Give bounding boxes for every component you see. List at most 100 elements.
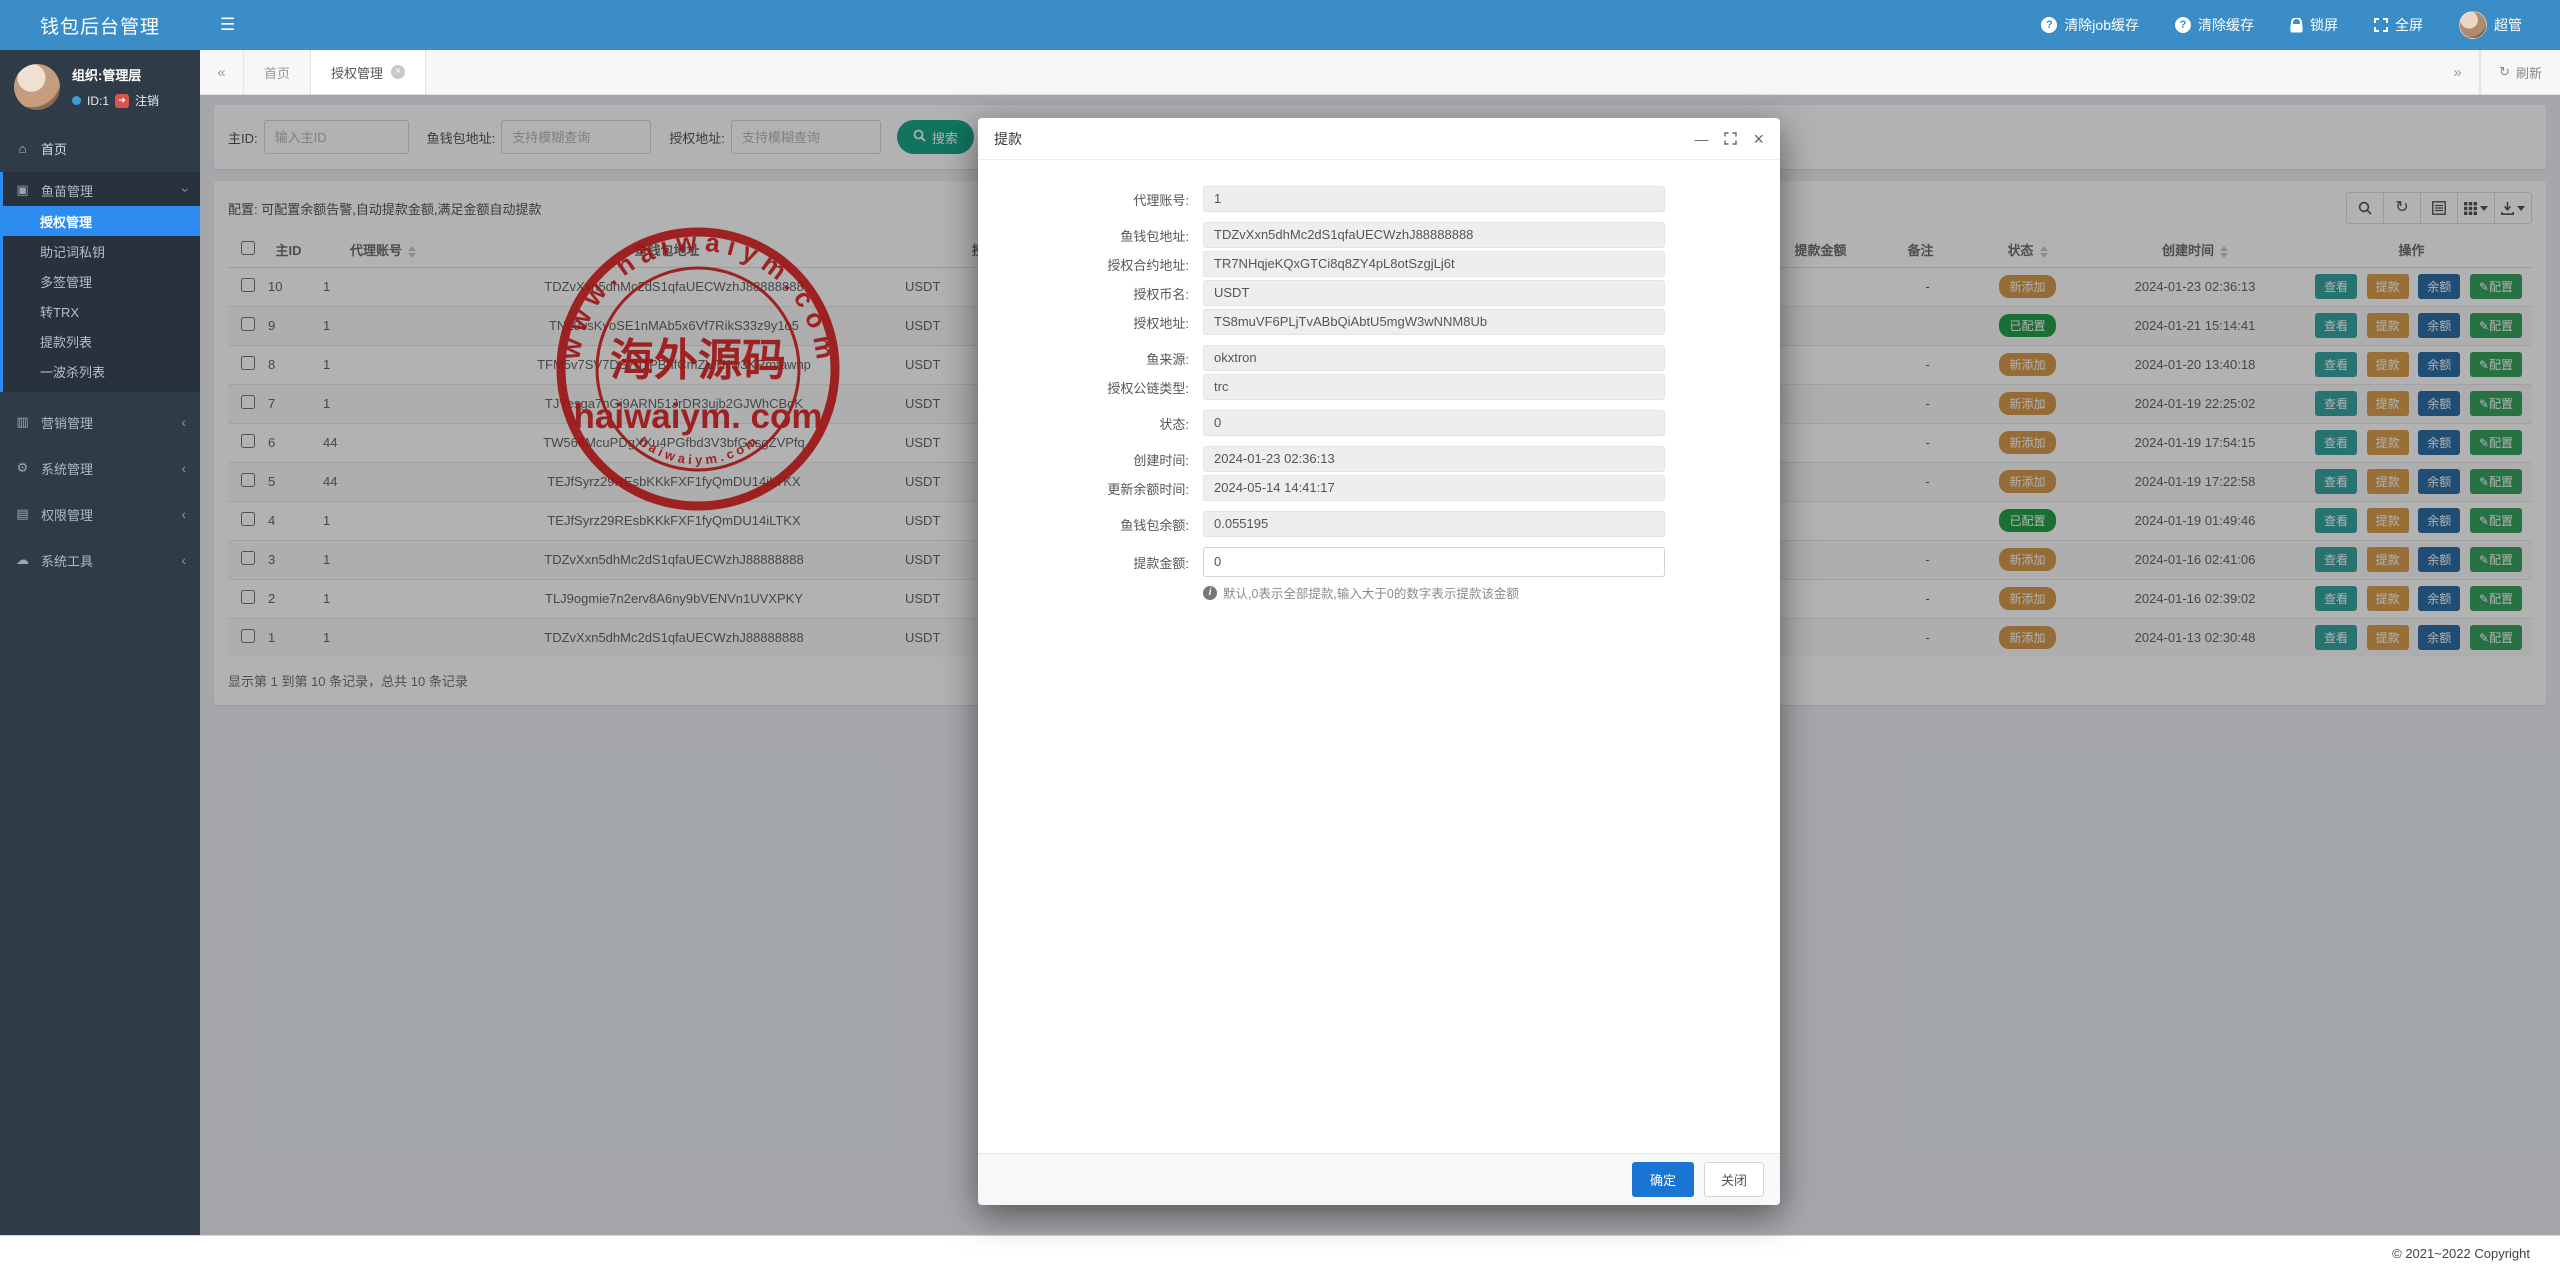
- username: 超管: [2494, 15, 2522, 35]
- minimize-icon[interactable]: —: [1694, 132, 1708, 146]
- sidebar-subitem[interactable]: 助记词私钥: [3, 236, 200, 266]
- field-label: 鱼钱包地址:: [978, 226, 1203, 245]
- modal-title: 提款: [994, 129, 1022, 149]
- confirm-button[interactable]: 确定: [1632, 1162, 1694, 1197]
- field-label: 授权地址:: [978, 313, 1203, 332]
- withdraw-hint: i 默认,0表示全部提款,输入大于0的数字表示提款该金额: [1203, 583, 1780, 602]
- online-dot-icon: [72, 96, 81, 105]
- user-org: 组织:管理层: [72, 65, 159, 84]
- cloud-icon: ☁: [14, 552, 31, 568]
- logout-icon: ➜: [115, 94, 129, 108]
- modal-body: 代理账号: 1 鱼钱包地址: TDZvXxn5dhMc2dS1qfaUECWzh…: [978, 160, 1780, 1153]
- field-value[interactable]: 0: [1203, 547, 1665, 577]
- form-row: 鱼钱包地址: TDZvXxn5dhMc2dS1qfaUECWzhJ8888888…: [978, 222, 1780, 248]
- form-row: 更新余额时间: 2024-05-14 14:41:17: [978, 475, 1780, 501]
- chevron-left-icon: ‹: [181, 460, 186, 476]
- money-bill-icon: ▣: [14, 182, 31, 198]
- sidebar: 组织:管理层 ID:1 ➜ 注销 ⌂ 首页 ▣ 鱼苗管理 ‹: [0, 50, 200, 1235]
- maximize-icon[interactable]: [1724, 132, 1737, 145]
- tab-authorization[interactable]: 授权管理 ×: [311, 50, 426, 94]
- sidebar-item-label: 助记词私钥: [40, 242, 105, 261]
- sidebar-subitem[interactable]: 授权管理: [3, 206, 200, 236]
- clear-cache-label: 清除缓存: [2198, 15, 2254, 35]
- lock-screen-button[interactable]: 锁屏: [2290, 15, 2338, 35]
- sidebar-section-item[interactable]: ▥ 营销管理 ‹: [0, 406, 200, 438]
- modal-form: 代理账号: 1 鱼钱包地址: TDZvXxn5dhMc2dS1qfaUECWzh…: [978, 186, 1780, 577]
- user-id: ID:1: [87, 94, 109, 108]
- hamburger-icon[interactable]: ☰: [220, 15, 235, 35]
- fullscreen-button[interactable]: 全屏: [2374, 15, 2423, 35]
- sidebar-section-item[interactable]: ☁ 系统工具 ‹: [0, 544, 200, 576]
- sidebar-item-label: 一波杀列表: [40, 362, 105, 381]
- tab-label: 首页: [264, 63, 290, 82]
- field-label: 代理账号:: [978, 190, 1203, 209]
- field-value: TDZvXxn5dhMc2dS1qfaUECWzhJ88888888: [1203, 222, 1665, 248]
- tab-home[interactable]: 首页: [244, 50, 311, 94]
- clear-job-cache-label: 清除job缓存: [2064, 15, 2139, 35]
- field-value: TS8muVF6PLjTvABbQiAbtU5mgW3wNNM8Ub: [1203, 309, 1665, 335]
- form-row: 状态: 0: [978, 410, 1780, 436]
- tabs-scroll-right-icon[interactable]: »: [2436, 50, 2480, 94]
- sidebar-sections: ▥ 营销管理 ‹ ⚙ 系统管理 ‹ ▤ 权限管理 ‹ ☁: [0, 406, 200, 576]
- field-value: 0: [1203, 410, 1665, 436]
- question-circle-icon: ?: [2041, 17, 2057, 33]
- sidebar-item-home[interactable]: ⌂ 首页: [0, 132, 200, 164]
- clear-job-cache-button[interactable]: ? 清除job缓存: [2041, 15, 2139, 35]
- sidebar-item-label: 多签管理: [40, 272, 92, 291]
- fullscreen-icon: [2374, 18, 2388, 32]
- chevron-left-icon: ‹: [181, 506, 186, 522]
- sidebar-menu: ⌂ 首页 ▣ 鱼苗管理 ‹ 授权管理 助记词私钥: [0, 132, 200, 576]
- refresh-label: 刷新: [2516, 63, 2542, 82]
- copyright: © 2021~2022 Copyright: [2392, 1246, 2530, 1261]
- sidebar-group-fish: ▣ 鱼苗管理 ‹ 授权管理 助记词私钥 多签管理: [0, 172, 200, 392]
- user-menu[interactable]: 超管: [2459, 11, 2522, 39]
- field-value: 0.055195: [1203, 511, 1665, 537]
- field-label: 授权公链类型:: [978, 378, 1203, 397]
- sidebar-subitem[interactable]: 一波杀列表: [3, 356, 200, 386]
- sidebar-item-label: 权限管理: [41, 505, 93, 524]
- id-card-icon: ▤: [14, 506, 31, 522]
- clear-cache-button[interactable]: ? 清除缓存: [2175, 15, 2254, 35]
- sidebar-section-item[interactable]: ▤ 权限管理 ‹: [0, 498, 200, 530]
- info-icon: i: [1203, 586, 1217, 600]
- tabs-scroll-left-icon[interactable]: «: [200, 50, 244, 94]
- field-label: 鱼来源:: [978, 349, 1203, 368]
- field-label: 更新余额时间:: [978, 479, 1203, 498]
- sidebar-section-item[interactable]: ⚙ 系统管理 ‹: [0, 452, 200, 484]
- sidebar-item-fish-management[interactable]: ▣ 鱼苗管理 ‹: [3, 174, 200, 206]
- logout-link[interactable]: 注销: [135, 92, 159, 109]
- chevron-left-icon: ‹: [181, 552, 186, 568]
- field-label: 提款金额:: [978, 553, 1203, 572]
- field-value: okxtron: [1203, 345, 1665, 371]
- sidebar-item-label: 系统工具: [41, 551, 93, 570]
- chevron-down-icon: ‹: [176, 188, 192, 193]
- sidebar-subitem[interactable]: 转TRX: [3, 296, 200, 326]
- app-title: 钱包后台管理: [0, 12, 200, 39]
- form-row: 授权公链类型: trc: [978, 374, 1780, 400]
- gear-icon: ⚙: [14, 460, 31, 476]
- field-value: 2024-01-23 02:36:13: [1203, 446, 1665, 472]
- field-label: 状态:: [978, 414, 1203, 433]
- sidebar-submenu: 授权管理 助记词私钥 多签管理 转TRX 提款列表: [3, 206, 200, 386]
- sidebar-subitem[interactable]: 多签管理: [3, 266, 200, 296]
- refresh-icon: ↻: [2499, 64, 2510, 80]
- field-label: 鱼钱包余额:: [978, 515, 1203, 534]
- field-label: 授权币名:: [978, 284, 1203, 303]
- lock-icon: [2290, 18, 2303, 33]
- page-footer: © 2021~2022 Copyright: [0, 1235, 2560, 1271]
- sidebar-item-label: 鱼苗管理: [41, 181, 93, 200]
- close-icon[interactable]: ×: [1753, 130, 1764, 148]
- form-row: 代理账号: 1: [978, 186, 1780, 212]
- sidebar-item-label: 授权管理: [40, 212, 92, 231]
- close-icon[interactable]: ×: [391, 65, 405, 79]
- refresh-tab-button[interactable]: ↻ 刷新: [2480, 50, 2560, 94]
- top-header: 钱包后台管理 ☰ ? 清除job缓存 ? 清除缓存 锁屏 全屏 超管: [0, 0, 2560, 50]
- field-label: 授权合约地址:: [978, 255, 1203, 274]
- sidebar-subitem[interactable]: 提款列表: [3, 326, 200, 356]
- form-row: 提款金额: 0: [978, 547, 1780, 577]
- form-row: 授权币名: USDT: [978, 280, 1780, 306]
- sidebar-item-label: 系统管理: [41, 459, 93, 478]
- withdraw-modal: 提款 — × 代理账号: 1 鱼钱包地址: TDZvXxn5dhMc2dS1qf…: [978, 118, 1780, 1205]
- close-button[interactable]: 关闭: [1704, 1162, 1764, 1197]
- field-label: 创建时间:: [978, 450, 1203, 469]
